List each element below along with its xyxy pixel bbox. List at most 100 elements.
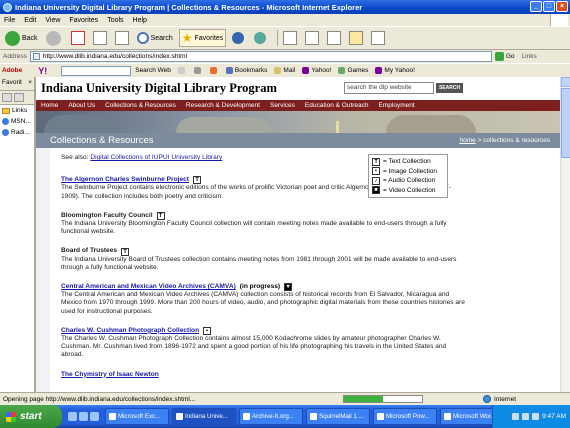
quick-launch-icon[interactable] — [79, 412, 88, 421]
media-button[interactable] — [230, 29, 248, 47]
tray-icon[interactable] — [522, 413, 530, 420]
nav-about-us[interactable]: About Us — [68, 102, 95, 109]
start-button[interactable]: start — [0, 405, 62, 428]
nav-employment[interactable]: Employment — [379, 102, 415, 109]
nav-services[interactable]: Services — [270, 102, 295, 109]
lock-button[interactable] — [193, 67, 203, 74]
collection-title-text[interactable]: Charles W. Cushman Photograph Collection — [61, 327, 199, 335]
history-icon — [254, 32, 267, 44]
mail-link[interactable]: Mail — [274, 67, 295, 74]
adobe-button[interactable]: Adobe — [2, 67, 22, 74]
site-search-button[interactable]: SEARCH — [436, 83, 463, 93]
close-button[interactable]: × — [556, 1, 568, 12]
nav-education[interactable]: Education & Outreach — [305, 102, 369, 109]
home-icon — [114, 31, 129, 45]
image-collection-icon: ▪ — [372, 167, 380, 176]
zone-label: Internet — [494, 395, 517, 403]
my-yahoo-link[interactable]: My Yahoo! — [375, 67, 415, 74]
menu-favorites[interactable]: Favorites — [69, 17, 98, 24]
vertical-scrollbar[interactable] — [560, 77, 570, 392]
edit-button[interactable] — [325, 29, 343, 47]
plus-button[interactable] — [209, 67, 219, 74]
collection-title-text[interactable]: The Chymistry of Isaac Newton — [61, 371, 159, 379]
messenger-icon — [371, 31, 386, 45]
search-button[interactable]: Search — [135, 29, 175, 47]
discuss-button[interactable] — [347, 29, 365, 47]
scroll-thumb[interactable] — [561, 88, 570, 158]
links-label[interactable]: Links — [522, 53, 537, 60]
favorite-item-label: MSN... — [11, 118, 31, 125]
windows-logo — [550, 14, 568, 26]
collection-type-legend: T = Text Collection ▪ = Image Collection ♪ = … — [368, 154, 448, 198]
breadcrumb-home-link[interactable]: home — [459, 137, 475, 144]
collection-title-text[interactable]: Central American and Mexican Video Archi… — [61, 283, 236, 291]
organize-favorites-button[interactable] — [14, 93, 24, 102]
legend-label: = Text Collection — [383, 158, 431, 166]
games-label: Games — [347, 67, 369, 74]
nav-collections[interactable]: Collections & Resources — [105, 102, 176, 109]
quick-launch-icon[interactable] — [90, 412, 99, 421]
add-favorite-button[interactable] — [2, 93, 12, 102]
text-collection-icon: T — [193, 176, 201, 185]
yahoo-search-input[interactable] — [61, 65, 132, 76]
text-collection-icon: T — [121, 247, 130, 256]
address-input[interactable]: http://www.dlib.indiana.edu/collections/… — [29, 51, 492, 62]
maximize-button[interactable]: □ — [543, 1, 555, 12]
collection-entry: Board of Trustees T The Indiana University… — [61, 247, 466, 272]
see-also-link[interactable]: Digital Collections of IUPUI University … — [90, 154, 222, 161]
menu-edit[interactable]: Edit — [24, 17, 36, 24]
favorite-item-radio[interactable]: Radi... — [0, 127, 34, 138]
collection-title[interactable]: The Chymistry of Isaac Newton — [61, 371, 466, 379]
tray-icon[interactable] — [532, 413, 540, 420]
search-web-button[interactable]: Search Web — [135, 67, 171, 74]
favorites-button[interactable]: ★ Favorites — [178, 29, 227, 47]
app-icon — [109, 413, 116, 420]
nav-home[interactable]: Home — [41, 102, 58, 109]
video-collection-icon: ■ — [372, 186, 380, 195]
site-search-input[interactable]: search the dlp website — [344, 82, 434, 94]
minimize-button[interactable]: _ — [530, 1, 542, 12]
bookmarks-button[interactable]: Bookmarks — [225, 67, 267, 74]
stop-button[interactable] — [69, 29, 87, 47]
go-button[interactable]: Go — [494, 52, 515, 61]
favorite-item-label: Links — [12, 107, 28, 114]
taskbar-button[interactable]: SquirrelMail 1.... — [306, 408, 370, 425]
section-title: Collections & Resources — [50, 135, 154, 146]
favorite-item-links[interactable]: Links — [0, 105, 34, 116]
menu-help[interactable]: Help — [133, 17, 147, 24]
site-header: Indiana University Digital Library Progr… — [36, 77, 560, 100]
collection-title[interactable]: Charles W. Cushman Photograph Collection… — [61, 327, 466, 335]
favorite-item-msn[interactable]: MSN... — [0, 116, 34, 127]
nav-research[interactable]: Research & Development — [186, 102, 260, 109]
home-button[interactable] — [113, 29, 131, 47]
pencil-button[interactable] — [177, 67, 187, 74]
mail-button[interactable] — [281, 29, 299, 47]
taskbar-button[interactable]: Archive-It.org... — [239, 408, 303, 425]
forward-button[interactable] — [44, 29, 65, 47]
yahoo-logo[interactable]: Y! — [38, 66, 47, 76]
messenger-button[interactable] — [369, 29, 387, 47]
collection-title-text[interactable]: The Algernon Charles Swinburne Project — [61, 176, 189, 184]
status-message: Opening page http://www.dlib.indiana.edu… — [3, 395, 196, 403]
address-label: Address — [3, 53, 27, 60]
menu-file[interactable]: File — [4, 17, 15, 24]
taskbar-button[interactable]: Microsoft Pow... — [373, 408, 437, 425]
tray-icon[interactable] — [512, 413, 520, 420]
quick-launch-icon[interactable] — [68, 412, 77, 421]
history-button[interactable] — [252, 29, 270, 47]
menu-view[interactable]: View — [45, 17, 60, 24]
address-url: http://www.dlib.indiana.edu/collections/… — [42, 53, 188, 60]
yahoo-link[interactable]: Yahoo! — [302, 67, 331, 74]
scroll-up-button[interactable] — [561, 77, 570, 87]
search-icon — [136, 32, 149, 44]
collection-title[interactable]: Central American and Mexican Video Archi… — [61, 283, 466, 292]
taskbar-button[interactable]: Microsoft Exc... — [105, 408, 169, 425]
games-link[interactable]: Games — [338, 67, 368, 74]
favorites-pane: Favorit × Links MSN... Radi... — [0, 77, 36, 392]
print-button[interactable] — [303, 29, 321, 47]
taskbar-button[interactable]: Indiana Unive... — [172, 408, 236, 425]
menu-tools[interactable]: Tools — [107, 17, 123, 24]
favorites-pane-close[interactable]: × — [28, 79, 32, 88]
back-button[interactable]: Back — [3, 29, 40, 47]
refresh-button[interactable] — [91, 29, 109, 47]
